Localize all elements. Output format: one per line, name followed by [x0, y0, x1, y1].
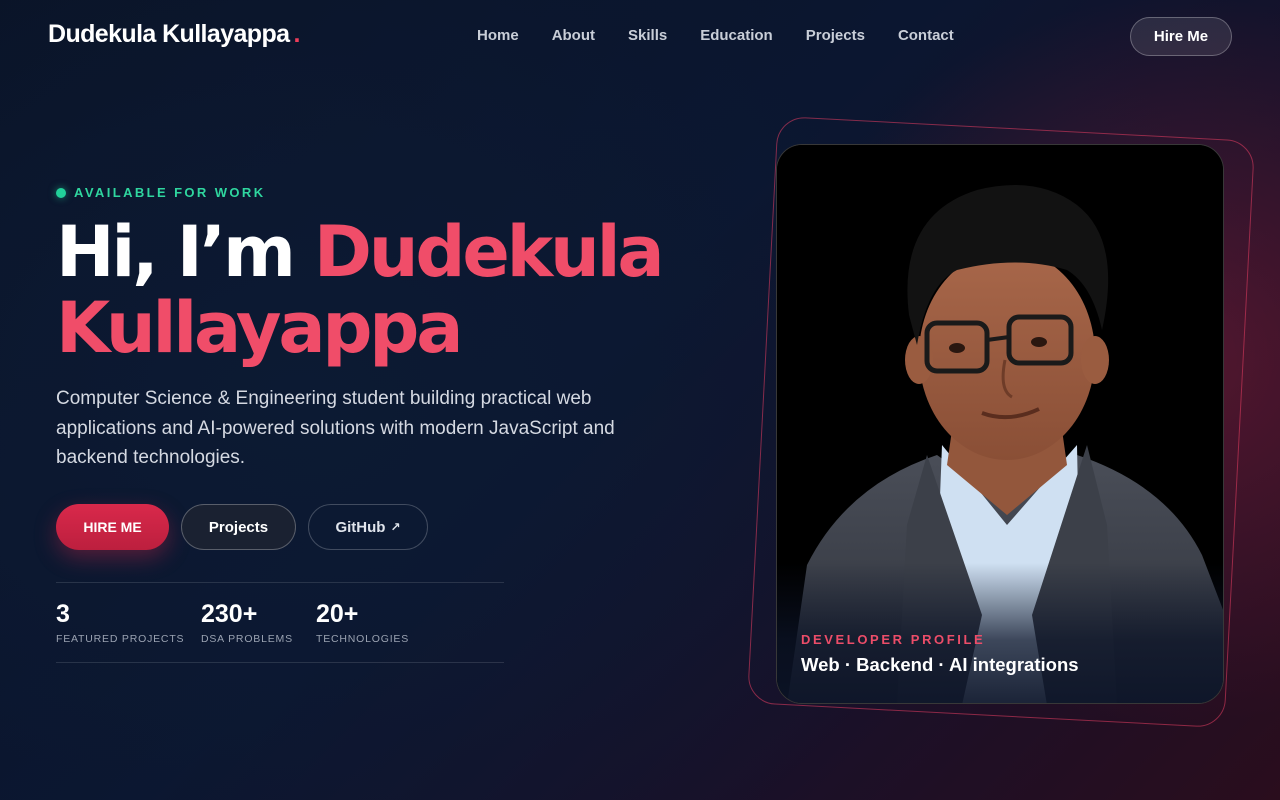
- status-dot-icon: [56, 187, 66, 198]
- stat-label: DSA PROBLEMS: [201, 633, 293, 645]
- hero-greeting: Hi, I’m: [56, 211, 296, 293]
- stat-value: 20+: [316, 600, 359, 628]
- hero-name-last: Kullayappa: [56, 287, 463, 369]
- nav-links: Home About Skills Education Projects Con…: [477, 27, 987, 44]
- stat-value: 3: [56, 600, 70, 628]
- status-text: AVAILABLE FOR WORK: [74, 185, 266, 200]
- profile-card: DEVELOPER PROFILE Web · Backend · AI int…: [776, 144, 1224, 704]
- github-button-label: GitHub: [335, 518, 386, 536]
- brand-dot: .: [293, 20, 300, 48]
- external-arrow-icon: ↗: [390, 520, 401, 534]
- nav-link-skills[interactable]: Skills: [628, 27, 667, 44]
- nav-link-contact[interactable]: Contact: [898, 27, 954, 44]
- stat-label: TECHNOLOGIES: [316, 633, 410, 645]
- stat-projects: 3 FEATURED PROJECTS: [56, 599, 184, 645]
- nav-link-projects[interactable]: Projects: [806, 27, 865, 44]
- stat-value: 230+: [201, 600, 258, 628]
- nav-link-home[interactable]: Home: [477, 27, 519, 44]
- card-title: Web · Backend · AI integrations: [801, 654, 1079, 675]
- stat-technologies: 20+ TECHNOLOGIES: [316, 599, 409, 645]
- hero-description: Computer Science & Engineering student b…: [56, 388, 615, 468]
- projects-button[interactable]: Projects: [181, 504, 296, 550]
- github-button[interactable]: GitHub ↗: [308, 504, 428, 550]
- stat-dsa: 230+ DSA PROBLEMS: [201, 599, 293, 645]
- brand-name: Dudekula Kullayappa: [48, 20, 290, 48]
- nav-link-about[interactable]: About: [552, 27, 595, 44]
- stat-label: FEATURED PROJECTS: [56, 633, 185, 645]
- card-kicker: DEVELOPER PROFILE: [801, 632, 986, 647]
- nav-link-education[interactable]: Education: [700, 27, 773, 44]
- hire-me-nav-button[interactable]: Hire Me: [1130, 17, 1232, 56]
- hire-me-button[interactable]: HIRE ME: [56, 504, 169, 550]
- hero-name-first: Dudekula: [313, 211, 665, 293]
- stats-row: 3 FEATURED PROJECTS 230+ DSA PROBLEMS 20…: [56, 582, 504, 663]
- availability-status: AVAILABLE FOR WORK: [56, 185, 265, 200]
- hero-headline: Hi, I’m Dudekula Kullayappa: [56, 214, 716, 366]
- brand-logo[interactable]: Dudekula Kullayappa.: [48, 20, 300, 49]
- top-navigation: Dudekula Kullayappa. Home About Skills E…: [0, 0, 1280, 72]
